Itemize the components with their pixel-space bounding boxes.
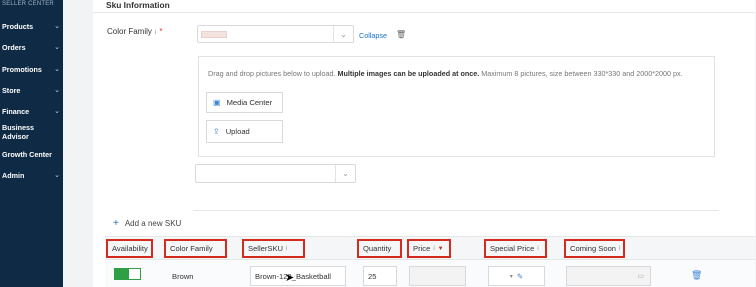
chevron-down-icon: ⌄ (54, 44, 60, 51)
media-center-button[interactable]: ▣ Media Center (206, 92, 283, 113)
delete-row-icon[interactable]: 🗑 (691, 270, 702, 281)
upload-button[interactable]: ⇪ Upload (206, 120, 283, 143)
sidebar-item-label: Products (2, 21, 34, 31)
coming-soon-date-input[interactable]: ▭ (566, 266, 651, 286)
chevron-down-icon: ⌄ (54, 23, 60, 30)
brand-label: SELLER CENTER (2, 1, 54, 7)
header-seller-sku: SellerSKU i (242, 239, 305, 258)
main-content: Sku Information Color Family i * ⌄ Collaps… (63, 0, 756, 287)
header-color-family-text: Color Family (170, 244, 213, 253)
chevron-down-icon: ⌄ (333, 26, 353, 42)
chevron-down-icon: ⌄ (54, 87, 60, 94)
special-price-edit[interactable]: ▾ ✎ (488, 266, 545, 286)
header-availability: Availability (106, 239, 153, 258)
sidebar-item-promotions[interactable]: Promotions ⌄ (2, 62, 60, 76)
header-price-text: Price (413, 244, 431, 253)
info-icon: i (154, 29, 157, 36)
chevron-down-icon: ⌄ (54, 172, 60, 179)
sidebar-item-label: Business Advisor (2, 123, 34, 141)
info-icon: i (433, 245, 435, 252)
color-family-label-text: Color Family (107, 27, 152, 36)
edit-icon: ✎ (516, 271, 524, 281)
header-special-price: Special Price i (484, 239, 547, 258)
upload-hint-bold: Multiple images can be uploaded at once. (337, 69, 480, 78)
sidebar-item-label: Orders (2, 42, 26, 52)
variant-select[interactable]: ⌄ (195, 164, 356, 183)
sidebar-item-store[interactable]: Store ⌄ (2, 83, 60, 97)
trash-icon[interactable]: 🗑 (396, 30, 406, 39)
availability-toggle[interactable] (114, 268, 141, 280)
sidebar-item-growth-center[interactable]: Growth Center (2, 147, 60, 161)
media-center-label: Media Center (226, 98, 273, 107)
divider (93, 12, 755, 13)
mouse-cursor-icon: ➤ (285, 272, 295, 284)
color-swatch (201, 31, 227, 38)
header-availability-text: Availability (112, 244, 148, 253)
quantity-input[interactable]: 25 (363, 266, 397, 286)
add-sku-button[interactable]: + Add a new SKU (113, 218, 181, 229)
header-special-price-text: Special Price (490, 244, 535, 253)
required-marker: * (159, 27, 163, 36)
add-sku-label: Add a new SKU (124, 219, 182, 228)
plus-icon: + (113, 218, 119, 229)
color-family-cell: Brown (172, 272, 194, 281)
image-upload-area[interactable]: Drag and drop pictures below to upload. … (198, 56, 715, 157)
toggle-knob (115, 269, 129, 279)
header-quantity-text: Quantity (363, 244, 392, 253)
header-quantity: Quantity (357, 239, 402, 258)
divider (193, 210, 719, 211)
upload-hint: Drag and drop pictures below to upload. … (208, 69, 708, 79)
sidebar-item-label: Admin (2, 170, 25, 180)
info-icon: i (286, 245, 288, 252)
info-icon: i (619, 245, 621, 252)
header-price[interactable]: Price i ▼ (407, 239, 451, 258)
calendar-icon: ▭ (637, 273, 644, 280)
seller-sku-input[interactable]: Brown-123_Basketball (250, 266, 346, 286)
price-input[interactable] (409, 266, 466, 286)
color-family-select[interactable]: ⌄ (197, 25, 354, 43)
chevron-down-icon: ⌄ (335, 165, 355, 182)
sku-table-header: Availability Color Family SellerSKU i Qua… (105, 236, 755, 260)
image-icon: ▣ (213, 98, 221, 107)
sidebar-item-products[interactable]: Products ⌄ (2, 19, 60, 33)
sku-information-card: Sku Information Color Family i * ⌄ Collaps… (93, 0, 755, 287)
upload-hint-prefix: Drag and drop pictures below to upload. (208, 69, 336, 78)
header-color-family: Color Family (164, 239, 227, 258)
section-title: Sku Information (106, 0, 170, 10)
upload-hint-suffix: Maximum 8 pictures, size between 330*330… (481, 69, 683, 78)
chevron-down-icon: ⌄ (54, 66, 60, 73)
sort-icon[interactable]: ▼ (438, 246, 444, 252)
table-row: Brown Brown-123_Basketball 25 ▾ ✎ ▭ 🗑 (105, 260, 755, 287)
collapse-link[interactable]: Collapse (359, 31, 387, 40)
header-coming-soon: Coming Soon i (564, 239, 625, 258)
chevron-down-icon: ⌄ (54, 108, 60, 115)
upload-icon: ⇪ (213, 127, 220, 136)
sidebar-item-admin[interactable]: Admin ⌄ (2, 168, 60, 182)
color-family-label: Color Family i * (107, 27, 162, 36)
header-coming-soon-text: Coming Soon (570, 244, 617, 253)
header-seller-sku-text: SellerSKU (248, 244, 284, 253)
sidebar-item-finance[interactable]: Finance ⌄ (2, 104, 60, 118)
sidebar: SELLER CENTER Products ⌄ Orders ⌄ Promotio… (0, 0, 63, 287)
sidebar-item-label: Growth Center (2, 149, 52, 159)
sidebar-item-business-advisor[interactable]: Business Advisor (2, 123, 60, 141)
sidebar-item-orders[interactable]: Orders ⌄ (2, 40, 60, 54)
dropdown-icon: ▾ (509, 273, 513, 280)
sidebar-item-label: Promotions (2, 64, 42, 74)
sidebar-item-label: Store (2, 85, 21, 95)
sidebar-item-label: Finance (2, 106, 30, 116)
upload-label: Upload (225, 127, 250, 136)
info-icon: i (537, 245, 539, 252)
